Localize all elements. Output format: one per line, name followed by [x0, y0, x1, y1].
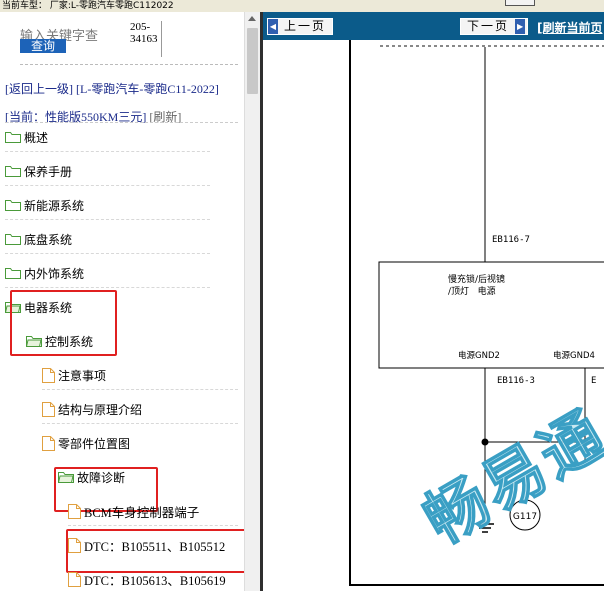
search-code-text: 205- 34163 [130, 21, 158, 45]
folder-icon [5, 165, 21, 177]
scroll-up-arrow-icon[interactable] [248, 16, 256, 21]
viewer-toolbar: ◀ 上一页 下一页 ▶ [刷新当前页 [263, 12, 604, 40]
document-icon [42, 401, 55, 417]
tree-item-label: 零部件位置图 [58, 436, 131, 451]
breadcrumb-path: [L-零跑汽车-零跑C11-2022] [76, 82, 219, 96]
watermark: 畅易通 [411, 395, 604, 559]
red-highlight-box [10, 290, 117, 356]
previous-page-label: 上一页 [284, 19, 327, 33]
tree-item-label: BCM车身控制器端子 [84, 505, 200, 520]
folder-icon [5, 199, 21, 211]
tree-item-maintenance[interactable]: 保养手册 [5, 160, 72, 182]
divider [5, 185, 210, 186]
next-page-button[interactable]: 下一页 ▶ [460, 18, 528, 35]
document-icon [68, 571, 81, 587]
tree-item-new-energy[interactable]: 新能源系统 [5, 194, 84, 216]
next-page-label: 下一页 [467, 19, 510, 33]
tree-item-bcm-terminal[interactable]: BCM车身控制器端子 [68, 500, 199, 522]
title-bar-button[interactable] [505, 0, 535, 6]
document-icon [42, 367, 55, 383]
red-highlight-box [66, 529, 244, 573]
connector-label-top: EB116-7 [492, 235, 530, 245]
connector-label-bottom: EB116-3 [497, 376, 535, 386]
tree-item-label: 底盘系统 [24, 232, 73, 247]
tree-item-chassis[interactable]: 底盘系统 [5, 228, 72, 250]
tree-item-overview[interactable]: 概述 [5, 126, 48, 148]
document-icon [42, 435, 55, 451]
document-icon [68, 503, 81, 519]
window-title-bar: 当前车型： 厂家:L-零跑汽车零跑C112022 [0, 0, 604, 12]
tree-item-interior-exterior[interactable]: 内外饰系统 [5, 262, 84, 284]
search-divider [161, 21, 162, 57]
tree-item-structure-principle[interactable]: 结构与原理介绍 [42, 398, 142, 420]
component-label-line1: 慢充锁/后视镜 [448, 273, 505, 285]
breadcrumb: [返回上一级] [L-零跑汽车-零跑C11-2022] [5, 83, 220, 95]
tree-item-label: 结构与原理介绍 [58, 402, 143, 417]
connector-label-bottom-2: E [591, 376, 596, 386]
divider [5, 253, 210, 254]
component-label-line2: /顶灯 电源 [448, 285, 496, 297]
watermark-text: 畅易通 [412, 396, 604, 558]
divider [5, 151, 210, 152]
divider [5, 219, 210, 220]
tree-item-label: 保养手册 [24, 164, 73, 179]
tree-item-label: 注意事项 [58, 368, 107, 383]
refresh-current-page-link[interactable]: [刷新当前页 [537, 19, 603, 36]
search-button[interactable]: 查询 [20, 39, 66, 53]
current-vehicle-text: 当前车型： 厂家:L-零跑汽车零跑C112022 [2, 1, 174, 11]
tree-item-label: 内外饰系统 [24, 266, 85, 281]
left-navigation-pane: 输入关键字查 查询 205- 34163 [返回上一级] [L-零跑汽车-零跑C… [0, 12, 244, 591]
tree-item-label: DTC：B105613、B105619 [84, 573, 226, 588]
previous-page-button[interactable]: ◀ 上一页 [267, 18, 333, 35]
folder-icon [5, 267, 21, 279]
scrollbar-thumb[interactable] [247, 28, 258, 94]
vertical-scrollbar[interactable] [244, 12, 260, 591]
tree-item-precautions[interactable]: 注意事项 [42, 364, 106, 386]
pin-label-gnd2: 电源GND2 [458, 350, 500, 361]
divider [5, 287, 210, 288]
divider [42, 389, 238, 390]
diagram-viewer-pane: ◀ 上一页 下一页 ▶ [刷新当前页 EB116-7 慢充锁/后视镜 /顶灯 电… [263, 12, 604, 591]
pin-label-gnd4: 电源GND4 [553, 350, 595, 361]
divider [5, 122, 238, 123]
divider [68, 525, 238, 526]
tree-item-label: 概述 [24, 130, 49, 145]
tree-item-dtc-b105613[interactable]: DTC：B105613、B105619 [68, 568, 226, 590]
arrow-left-icon: ◀ [268, 19, 278, 34]
arrow-right-icon: ▶ [515, 19, 526, 34]
back-link[interactable]: [返回上一级] [5, 82, 73, 96]
wiring-diagram: EB116-7 慢充锁/后视镜 /顶灯 电源 电源GND2 电源GND4 EB1… [349, 40, 604, 586]
tree-item-component-location[interactable]: 零部件位置图 [42, 432, 130, 454]
tree-item-label: 新能源系统 [24, 198, 85, 213]
divider [42, 423, 238, 424]
divider [20, 64, 238, 65]
folder-icon [5, 233, 21, 245]
folder-icon [5, 131, 21, 143]
